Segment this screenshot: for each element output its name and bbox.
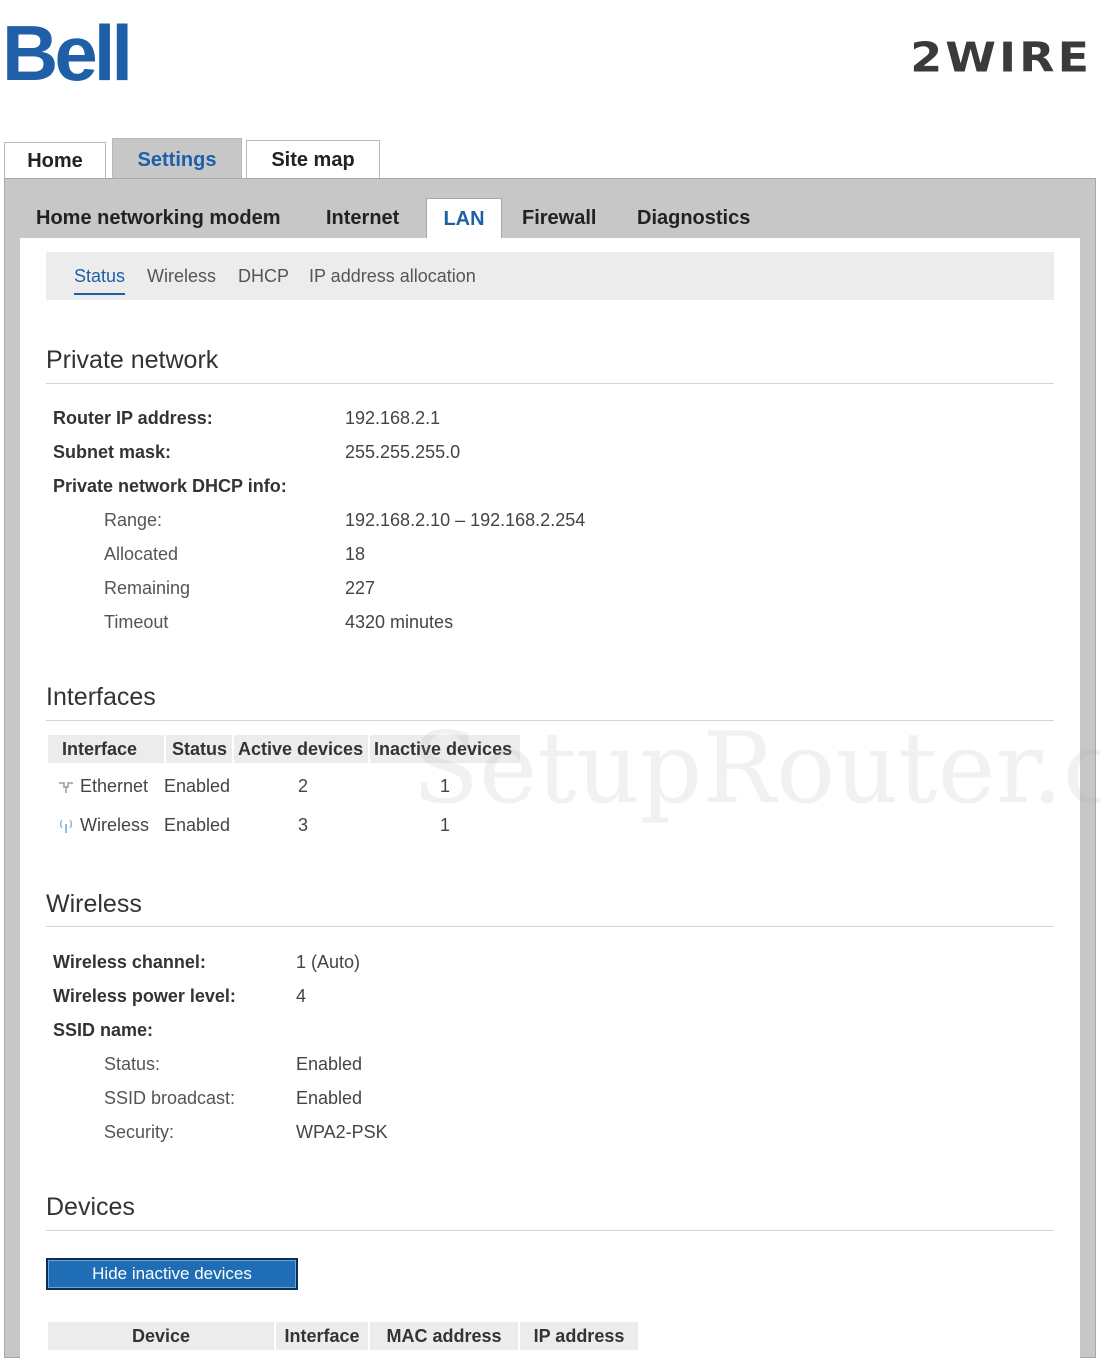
interface-active: 3 [298,815,309,835]
subnav-status[interactable]: Status [74,266,126,295]
allocated-label: Allocated [104,544,179,564]
remaining-label: Remaining [104,578,191,598]
subnet-value: 255.255.255.0 [345,442,461,462]
tab-internet[interactable]: Internet [326,198,399,238]
private-network-title: Private network [46,346,219,374]
wireless-icon [59,819,73,833]
lan-subnav: Status Wireless DHCP IP address allocati… [46,252,1054,300]
interface-name: Wireless [80,815,150,835]
timeout-value: 4320 minutes [345,612,454,632]
tab-lan[interactable]: LAN [426,198,502,240]
security-label: Security: [104,1122,175,1142]
twowire-logo: 2WIRE [910,32,1092,82]
interface-inactive: 1 [440,815,451,835]
interfaces-header-status: Status [166,735,232,763]
security-value: WPA2-PSK [296,1122,388,1142]
ssid-broadcast-label: SSID broadcast: [104,1088,236,1108]
router-ip-label: Router IP address: [53,408,213,428]
divider [46,383,1054,384]
tab-home-networking-modem[interactable]: Home networking modem [36,198,280,238]
allocated-value: 18 [345,544,366,564]
interface-status: Enabled [164,776,231,796]
range-value: 192.168.2.10 – 192.168.2.254 [345,510,586,530]
wireless-channel-value: 1 (Auto) [296,952,361,972]
ssid-status-value: Enabled [296,1054,363,1074]
ssid-status-label: Status: [104,1054,161,1074]
hide-inactive-devices-button[interactable]: Hide inactive devices [46,1258,298,1290]
wireless-title: Wireless [46,890,142,918]
wireless-power-label: Wireless power level: [53,986,236,1006]
dhcp-info-label: Private network DHCP info: [53,476,287,496]
devices-header-ip[interactable]: IP address [520,1322,638,1350]
interface-status: Enabled [164,815,231,835]
interfaces-header-active: Active devices [234,735,368,763]
ssid-name-label: SSID name: [53,1020,154,1040]
interface-name: Ethernet [80,776,149,796]
interfaces-header-interface: Interface [48,735,164,763]
interfaces-title: Interfaces [46,683,156,711]
bell-logo: Bell [2,9,133,97]
ssid-broadcast-value: Enabled [296,1088,363,1108]
interface-inactive: 1 [440,776,451,796]
devices-header-mac[interactable]: MAC address [370,1322,518,1350]
tab-site-map[interactable]: Site map [246,140,380,180]
subnet-label: Subnet mask: [53,442,172,462]
timeout-label: Timeout [104,612,169,632]
wireless-channel-label: Wireless channel: [53,952,206,972]
tab-diagnostics[interactable]: Diagnostics [637,198,750,238]
subnav-wireless[interactable]: Wireless [147,266,216,287]
tab-home[interactable]: Home [4,142,106,180]
subnav-ip-allocation[interactable]: IP address allocation [309,266,476,287]
ethernet-icon [59,782,73,793]
devices-header-interface[interactable]: Interface [276,1322,368,1350]
divider [46,1230,1054,1231]
interfaces-header-inactive: Inactive devices [370,735,520,763]
divider [46,720,1054,721]
devices-title: Devices [46,1193,135,1221]
content-panel: Status Wireless DHCP IP address allocati… [20,238,1080,1358]
subnav-dhcp[interactable]: DHCP [238,266,289,287]
range-label: Range: [104,510,163,530]
interface-active: 2 [298,776,309,796]
divider [46,926,1054,927]
tab-settings[interactable]: Settings [112,138,242,182]
remaining-value: 227 [345,578,376,598]
router-ip-value: 192.168.2.1 [345,408,441,428]
tab-firewall[interactable]: Firewall [522,198,596,238]
wireless-power-value: 4 [296,986,307,1006]
devices-header-device[interactable]: Device [48,1322,274,1350]
